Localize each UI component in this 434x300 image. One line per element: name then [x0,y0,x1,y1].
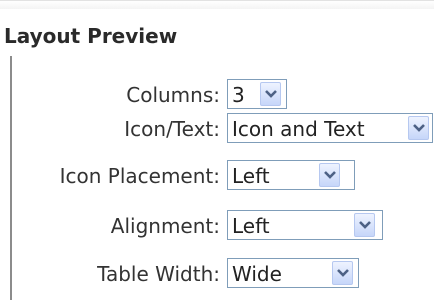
field-row-columns: Columns: 3 [0,79,434,111]
icon-placement-value: Left [232,164,270,188]
field-row-icon-text: Icon/Text: Icon and Text [0,113,434,145]
chevron-down-icon[interactable] [319,163,340,187]
chevron-down-icon[interactable] [332,261,353,285]
field-row-alignment: Alignment: Left [0,210,434,242]
chevron-down-icon[interactable] [260,82,281,106]
table-width-label: Table Width: [97,262,220,286]
icon-text-value: Icon and Text [232,117,365,141]
alignment-value: Left [232,214,270,238]
chevron-down-icon[interactable] [354,213,375,237]
columns-label: Columns: [126,83,220,107]
chevron-down-icon[interactable] [408,116,429,140]
top-divider [0,0,434,9]
field-row-icon-placement: Icon Placement: Left [0,160,434,192]
alignment-select[interactable]: Left [227,210,383,240]
table-width-value: Wide [232,262,282,286]
columns-value: 3 [232,83,245,107]
icon-placement-select[interactable]: Left [227,160,355,190]
panel-title: Layout Preview [4,24,178,48]
table-width-select[interactable]: Wide [227,258,359,288]
icon-placement-label: Icon Placement: [59,164,220,188]
field-row-table-width: Table Width: Wide [0,258,434,290]
icon-text-label: Icon/Text: [124,117,220,141]
alignment-label: Alignment: [110,214,220,238]
icon-text-select[interactable]: Icon and Text [227,113,433,143]
columns-select[interactable]: 3 [227,79,287,109]
